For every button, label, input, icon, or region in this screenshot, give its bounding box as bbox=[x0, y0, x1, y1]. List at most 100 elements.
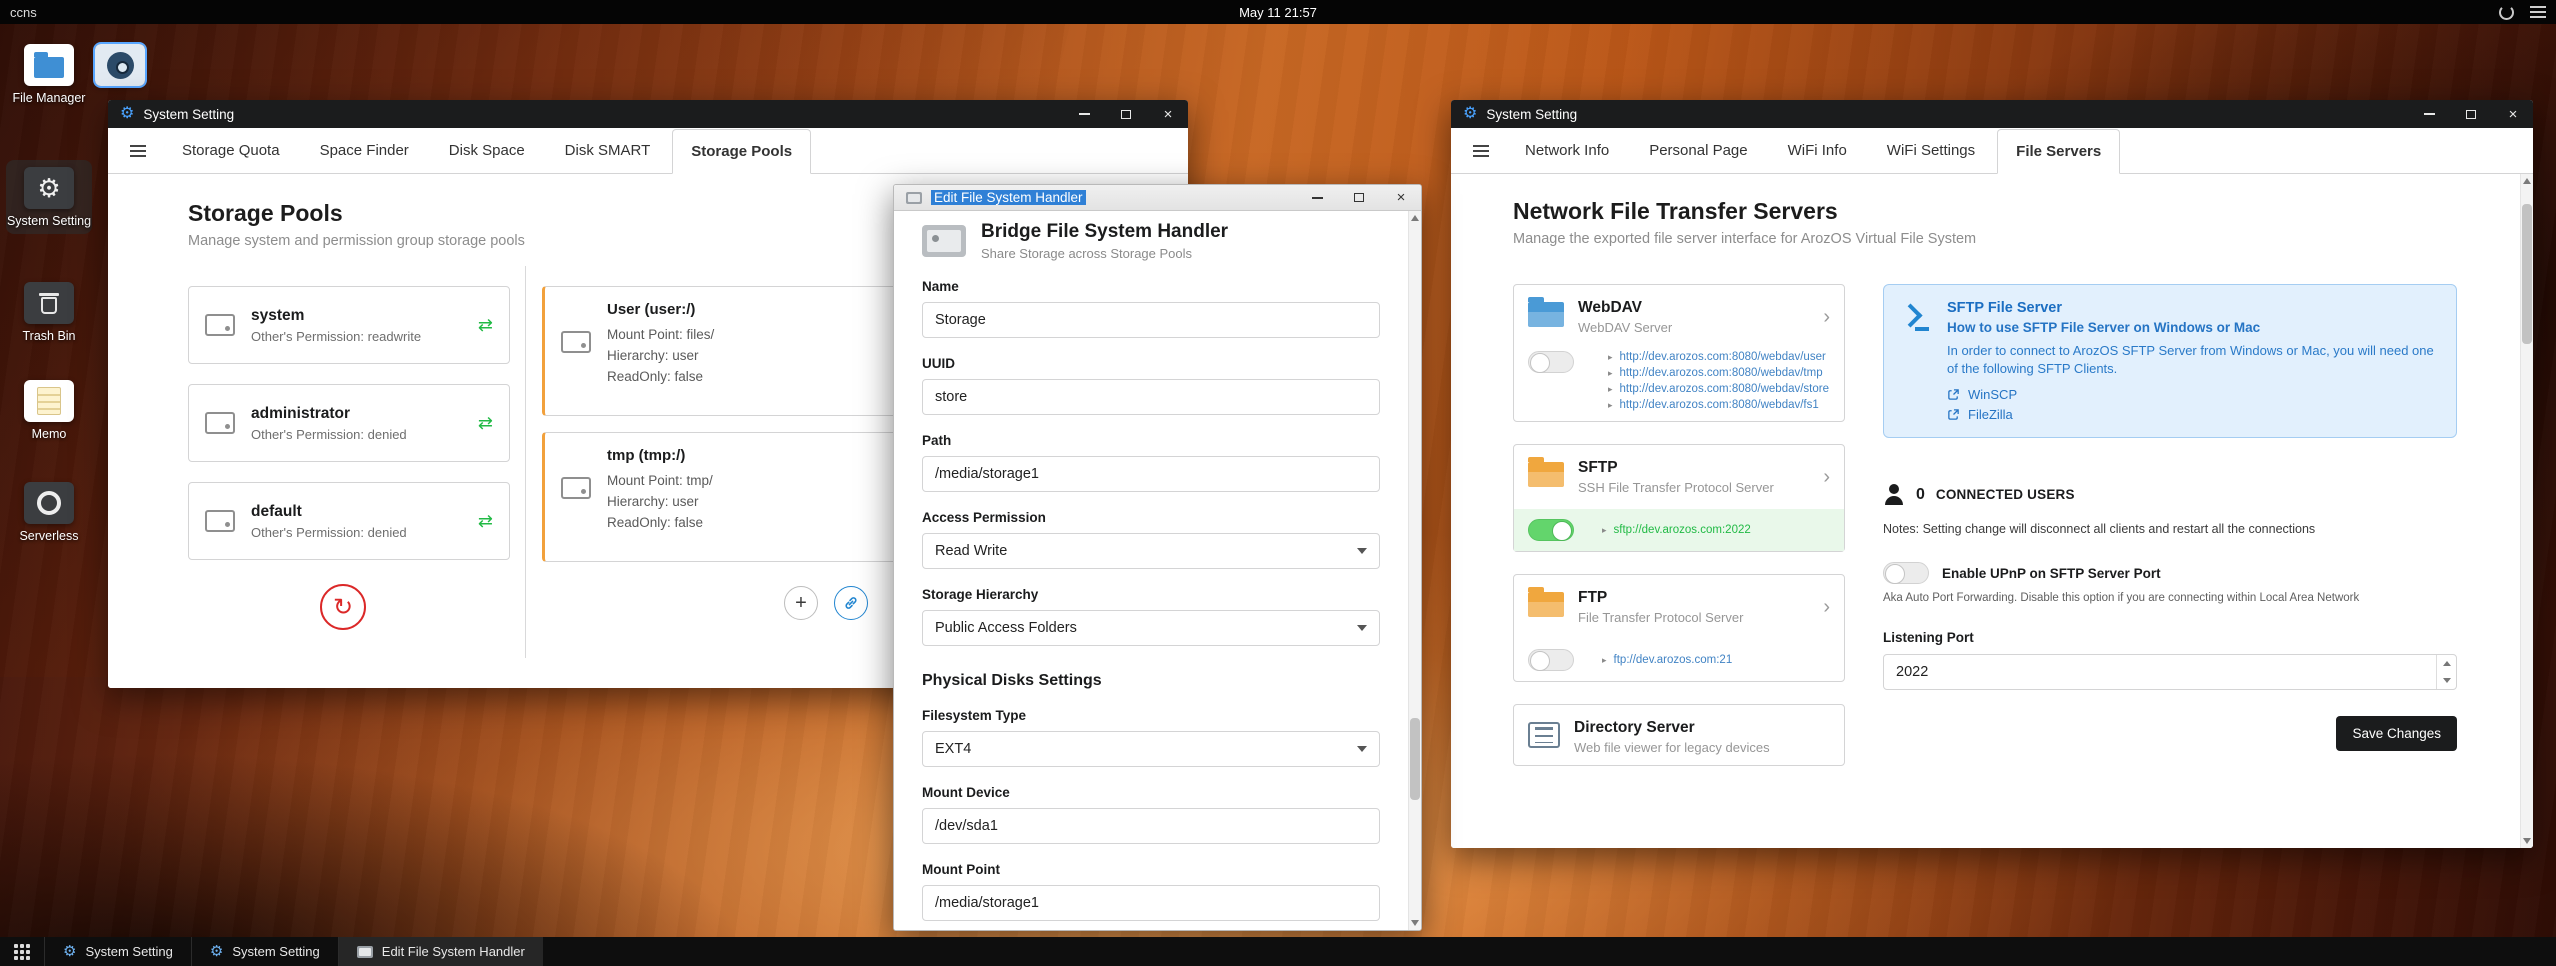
tab-wifi-settings[interactable]: WiFi Settings bbox=[1869, 128, 1993, 173]
loading-icon[interactable] bbox=[2499, 4, 2514, 20]
minimize-button[interactable] bbox=[1076, 106, 1092, 122]
access-permission-select[interactable]: Read Write bbox=[922, 533, 1380, 569]
page-subtitle: Manage system and permission group stora… bbox=[188, 233, 525, 249]
scroll-up-icon[interactable] bbox=[1409, 211, 1421, 225]
link-button[interactable] bbox=[834, 586, 868, 620]
server-desc: WebDAV Server bbox=[1578, 320, 1673, 335]
tab-storage-pools[interactable]: Storage Pools bbox=[672, 128, 812, 174]
window-titlebar[interactable]: ⚙ System Setting × bbox=[1451, 100, 2533, 128]
disk-icon bbox=[205, 314, 235, 336]
scroll-down-icon[interactable] bbox=[2521, 834, 2533, 848]
ftp-toggle[interactable] bbox=[1528, 649, 1574, 671]
close-button[interactable]: × bbox=[1393, 190, 1409, 206]
taskbar-item-edit-fs-handler[interactable]: Edit File System Handler bbox=[337, 937, 543, 966]
spin-up-icon[interactable] bbox=[2437, 655, 2456, 672]
webdav-link[interactable]: http://dev.arozos.com:8080/webdav/tmp bbox=[1620, 367, 1823, 379]
number-spinner[interactable] bbox=[2436, 655, 2456, 689]
taskbar-item-system-setting-1[interactable]: ⚙ System Setting bbox=[44, 937, 191, 966]
tab-disk-space[interactable]: Disk Space bbox=[431, 128, 543, 173]
minimize-button[interactable] bbox=[1309, 190, 1325, 206]
pool-card-default[interactable]: default Other's Permission: denied ⇄ bbox=[188, 482, 510, 560]
app-launcher-button[interactable] bbox=[0, 937, 44, 966]
scroll-up-icon[interactable] bbox=[2521, 174, 2533, 188]
external-link-icon bbox=[1948, 409, 1959, 420]
mount-point: Mount Point: tmp/ bbox=[607, 473, 713, 488]
client-link-filezilla[interactable]: FileZilla bbox=[1947, 407, 2440, 422]
scrollbar-thumb[interactable] bbox=[2522, 204, 2532, 344]
desktop-icon-label: System Setting bbox=[6, 214, 92, 228]
minimize-button[interactable] bbox=[2421, 106, 2437, 122]
client-name: FileZilla bbox=[1968, 407, 2013, 422]
add-button[interactable]: + bbox=[784, 586, 818, 620]
top-bar-right bbox=[2499, 4, 2546, 20]
upnp-toggle[interactable] bbox=[1883, 562, 1929, 584]
mount-device-input[interactable] bbox=[922, 808, 1380, 844]
listening-port-field bbox=[1883, 654, 2457, 690]
tab-personal-page[interactable]: Personal Page bbox=[1631, 128, 1765, 173]
uuid-input[interactable] bbox=[922, 379, 1380, 415]
desktop-icon-serverless[interactable]: Serverless bbox=[6, 482, 92, 543]
desktop-icon-trash-bin[interactable]: Trash Bin bbox=[6, 282, 92, 343]
scrollbar[interactable] bbox=[2520, 174, 2533, 848]
window-titlebar[interactable]: Edit File System Handler × bbox=[894, 185, 1421, 211]
sync-icon[interactable]: ⇄ bbox=[478, 315, 493, 336]
maximize-button[interactable] bbox=[1351, 190, 1367, 206]
taskbar-item-system-setting-2[interactable]: ⚙ System Setting bbox=[190, 937, 338, 966]
sftp-toggle[interactable] bbox=[1528, 519, 1574, 541]
filesystem-type-select[interactable]: EXT4 bbox=[922, 731, 1380, 767]
scrollbar[interactable] bbox=[1408, 211, 1421, 930]
spin-down-icon[interactable] bbox=[2437, 672, 2456, 689]
close-button[interactable]: × bbox=[2505, 106, 2521, 122]
info-subtitle: How to use SFTP File Server on Windows o… bbox=[1947, 320, 2261, 335]
external-link-icon bbox=[1948, 389, 1959, 400]
server-card-directory[interactable]: Directory Server Web file viewer for leg… bbox=[1513, 704, 1845, 766]
mount-point-input[interactable] bbox=[922, 885, 1380, 921]
desktop-icon-system-setting[interactable]: ⚙ System Setting bbox=[6, 160, 92, 234]
selected-value: EXT4 bbox=[935, 741, 972, 757]
pool-card-administrator[interactable]: administrator Other's Permission: denied… bbox=[188, 384, 510, 462]
menu-icon[interactable] bbox=[130, 144, 146, 157]
tab-network-info[interactable]: Network Info bbox=[1507, 128, 1627, 173]
gear-icon: ⚙ bbox=[37, 173, 61, 203]
webdav-link[interactable]: http://dev.arozos.com:8080/webdav/user bbox=[1620, 351, 1826, 363]
scroll-down-icon[interactable] bbox=[1409, 916, 1421, 930]
refresh-button[interactable]: ↻ bbox=[320, 584, 366, 630]
webdav-toggle[interactable] bbox=[1528, 351, 1574, 373]
webdav-link[interactable]: http://dev.arozos.com:8080/webdav/fs1 bbox=[1620, 399, 1819, 411]
maximize-button[interactable] bbox=[1118, 106, 1134, 122]
path-input[interactable] bbox=[922, 456, 1380, 492]
window-titlebar[interactable]: ⚙ System Setting × bbox=[108, 100, 1188, 128]
webdav-link[interactable]: http://dev.arozos.com:8080/webdav/store bbox=[1620, 383, 1829, 395]
tab-disk-smart[interactable]: Disk SMART bbox=[547, 128, 669, 173]
ftp-link[interactable]: ftp://dev.arozos.com:21 bbox=[1614, 654, 1733, 666]
close-button[interactable]: × bbox=[1160, 106, 1176, 122]
folder-icon bbox=[1528, 297, 1564, 327]
caret-icon: ▸ bbox=[1608, 399, 1613, 410]
client-link-winscp[interactable]: WinSCP bbox=[1947, 387, 2440, 402]
name-input[interactable] bbox=[922, 302, 1380, 338]
tab-file-servers[interactable]: File Servers bbox=[1997, 128, 2121, 174]
desktop-icon-file-manager[interactable]: File Manager bbox=[6, 44, 92, 105]
storage-hierarchy-select[interactable]: Public Access Folders bbox=[922, 610, 1380, 646]
server-card-ftp[interactable]: FTP File Transfer Protocol Server › ▸ ftp… bbox=[1513, 574, 1845, 682]
chevron-right-icon[interactable]: › bbox=[1823, 307, 1830, 327]
listening-port-input[interactable] bbox=[1883, 654, 2457, 690]
sync-icon[interactable]: ⇄ bbox=[478, 511, 493, 532]
pool-card-system[interactable]: system Other's Permission: readwrite ⇄ bbox=[188, 286, 510, 364]
server-card-webdav[interactable]: WebDAV WebDAV Server › ▸ http://dev.arozo… bbox=[1513, 284, 1845, 422]
chevron-right-icon[interactable]: › bbox=[1823, 597, 1830, 617]
desktop-icon-memo[interactable]: Memo bbox=[6, 380, 92, 441]
menu-icon[interactable] bbox=[1473, 144, 1489, 157]
server-card-sftp[interactable]: SFTP SSH File Transfer Protocol Server ›… bbox=[1513, 444, 1845, 552]
save-changes-button[interactable]: Save Changes bbox=[2336, 716, 2457, 751]
tab-space-finder[interactable]: Space Finder bbox=[302, 128, 427, 173]
maximize-button[interactable] bbox=[2463, 106, 2479, 122]
sync-icon[interactable]: ⇄ bbox=[478, 413, 493, 434]
tab-wifi-info[interactable]: WiFi Info bbox=[1770, 128, 1865, 173]
chevron-right-icon[interactable]: › bbox=[1823, 467, 1830, 487]
sftp-link[interactable]: sftp://dev.arozos.com:2022 bbox=[1614, 524, 1751, 536]
top-menu-icon[interactable] bbox=[2530, 6, 2546, 18]
desktop-icon-media[interactable] bbox=[92, 44, 148, 86]
tab-storage-quota[interactable]: Storage Quota bbox=[164, 128, 298, 173]
scrollbar-thumb[interactable] bbox=[1410, 718, 1420, 800]
